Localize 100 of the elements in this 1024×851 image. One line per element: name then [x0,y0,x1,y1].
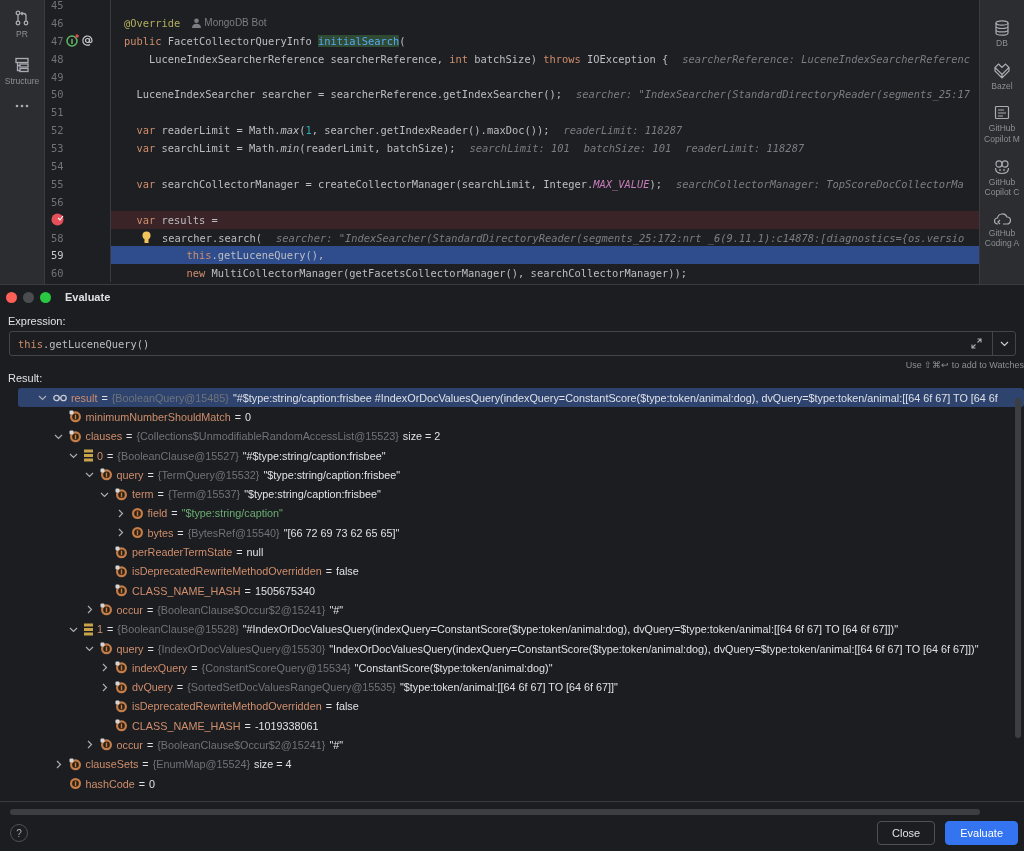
tool-window-label[interactable]: DB [980,38,1024,49]
variable-name: isDeprecatedRewriteMethodOverridden [132,565,322,578]
copilot-face-icon[interactable] [994,158,1010,175]
code-text: var readerLimit = Math.max(1, searcher.getIndexReader().maxDoc()); [135,124,550,137]
line-number: 46 [51,16,64,29]
inline-value-hint: searcher: "IndexSearcher(StandardDirectoryReader(segments_25:17 [575,88,970,101]
equals-sign: = [234,410,242,423]
inline-value-hint: searcherReference: LuceneIndexSearcherReferenc [682,52,971,65]
variable-value: size = 2 [402,430,441,443]
line-number: 49 [51,70,64,83]
inline-value-hint: batchSize: 101 [583,142,672,155]
author-hint[interactable]: MongoDB Bot [204,17,267,29]
line-number: 54 [51,159,64,172]
document-icon[interactable] [994,105,1010,122]
variable-name: clauseSets [85,758,139,771]
code-text: LuceneIndexSearcher searcher = searcherReference.getIndexSearcher(); [135,88,562,101]
pull-request-icon[interactable] [14,10,30,26]
breakpoint-icon[interactable] [51,212,64,226]
variable-name: CLASS_NAME_HASH [132,719,241,732]
equals-sign: = [146,739,154,751]
chevron-down-icon[interactable] [38,393,47,403]
zoom-window-button[interactable] [40,291,51,303]
line-number: 59 [51,249,64,262]
glasses-icon [53,393,67,402]
equals-sign: = [177,526,184,539]
cloud-code-icon[interactable] [993,211,1011,226]
line-number: 55 [51,177,64,190]
field-icon [115,545,128,559]
code-text: @Override [124,16,181,29]
field-icon [130,526,144,540]
field-icon [68,429,82,443]
at-sign-icon[interactable] [81,33,94,47]
variable-value: "#$type:string/caption:frisbee" [242,449,386,462]
chevron-down-icon[interactable] [69,451,78,461]
variable-name: field [147,507,168,520]
variable-name: term [132,488,154,501]
field-icon [99,642,113,655]
database-icon[interactable] [995,20,1009,36]
tool-window-label[interactable]: GitHub Copilot C [980,176,1024,198]
tool-window-label[interactable]: Structure [4,76,40,86]
variable-value: "[66 72 69 73 62 65 65]" [283,526,400,539]
vertical-scrollbar[interactable] [1015,398,1021,738]
object-type: {BytesRef@15540} [187,526,280,539]
field-icon [68,410,82,424]
equals-sign: = [325,565,332,578]
tool-window-label[interactable]: Bazel [980,80,1024,92]
tool-window-label[interactable]: GitHub Coding A [980,227,1024,249]
selected-tree-row[interactable]: result = {BooleanQuery@15485} "#$type:string/caption:frisbee #IndexOrDocValuesQuery(indexQuery=ConstantScore($type:token/animal:dog), dvQuery=$type:token/animal:[[64 6f 67] TO [64 6f [18,388,1024,408]
variable-value: "ConstantScore($type:token/animal:dog)" [354,661,553,674]
expression-label: Expression: [7,314,67,329]
variable-value: "$type:token/animal:[[64 6f 67] TO [64 6f 67]]" [399,681,618,694]
close-window-button[interactable] [6,291,17,303]
close-button[interactable]: Close [877,821,936,845]
lightbulb-icon[interactable] [142,231,151,244]
line-number: 50 [51,88,64,101]
evaluate-button[interactable]: Evaluate [945,821,1018,845]
chevron-down-icon[interactable] [84,644,94,653]
variable-name: indexQuery [132,661,188,674]
chevron-right-icon[interactable] [100,663,109,673]
variable-name: query [116,468,144,481]
equals-sign: = [176,681,184,694]
variable-value: "#IndexOrDocValuesQuery(indexQuery=ConstantScore($type:token/animal:dog), dvQuery=$type:token/animal:[[64 6f 67] TO [64 6f 67]])" [242,623,898,636]
object-type: {Collections$UnmodifiableRandomAccessList@15523} [136,430,399,443]
structure-icon[interactable] [14,57,30,73]
variable-value: null [246,546,264,558]
equals-sign: = [101,391,108,404]
implemented-method-icon[interactable] [66,33,79,47]
variable-name: 0 [97,449,103,462]
object-type: {ConstantScoreQuery@15534} [201,661,351,674]
list-element-icon [84,622,93,636]
diamond-leaf-icon[interactable] [994,62,1010,79]
tool-window-label[interactable]: PR [16,29,28,39]
field-icon [115,661,128,675]
variable-name: clauses [85,430,123,443]
more-icon[interactable] [15,104,29,108]
code-text: var searchLimit = Math.min(readerLimit, batchSize); [135,142,456,155]
chevron-right-icon[interactable] [100,682,109,692]
inline-value-hint: searchLimit: 101 [469,142,570,155]
horizontal-scrollbar[interactable] [10,809,980,815]
variable-value: "#$type:string/caption:frisbee #IndexOrDocValuesQuery(indexQuery=ConstantScore($type:token/animal:dog), dvQuery=$type:token/animal:[[64 6f 67] TO [64 6f [232,391,998,404]
equals-sign: = [146,603,154,616]
tool-window-label[interactable]: GitHub Copilot M [980,123,1024,145]
inline-value-hint: readerLimit: 118287 [685,142,805,155]
equals-sign: = [147,468,154,481]
field-icon [99,738,113,752]
equals-sign: = [107,449,114,462]
variable-name: minimumNumberShouldMatch [85,410,231,423]
variable-name: bytes [147,526,174,539]
line-number: 56 [51,195,64,208]
chevron-down-icon[interactable] [84,470,94,480]
object-type: {IndexOrDocValuesQuery@15530} [157,642,326,655]
variable-name: CLASS_NAME_HASH [132,584,241,597]
dialog-title: Evaluate [65,291,111,303]
field-icon [115,584,128,598]
line-number: 47 [51,34,64,47]
equals-sign: = [126,430,133,443]
field-icon [68,777,82,791]
variable-value: "#" [329,603,344,616]
expand-icon[interactable] [971,338,982,349]
equals-sign: = [325,700,332,713]
